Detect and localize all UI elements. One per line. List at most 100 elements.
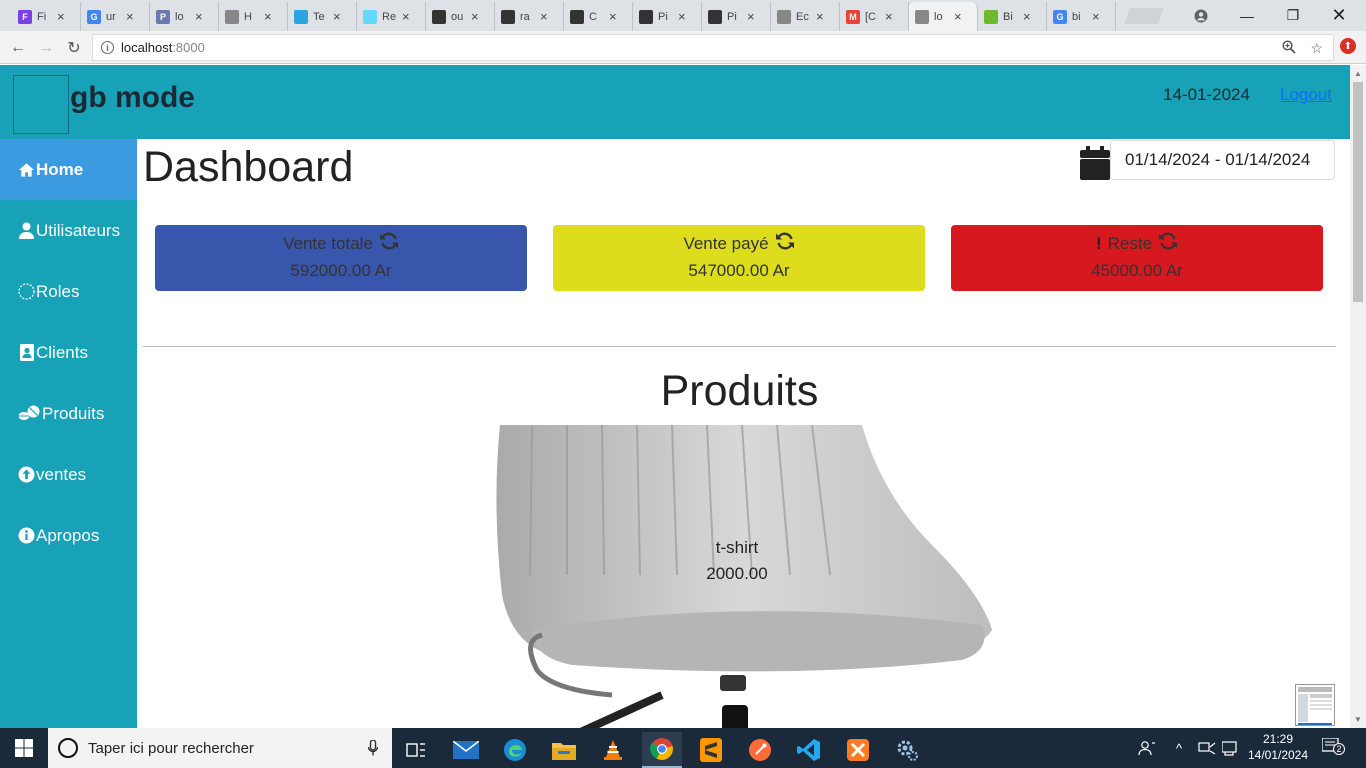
tab-close-icon[interactable]: × <box>195 9 203 24</box>
site-info-icon[interactable]: i <box>101 41 114 54</box>
edge-browser-icon[interactable] <box>495 732 535 768</box>
browser-tab[interactable]: Gbi × <box>1047 2 1116 31</box>
sidebar-item-produits[interactable]: Produits <box>0 383 137 444</box>
tab-close-icon[interactable]: × <box>333 9 341 24</box>
browser-tab[interactable]: C × <box>564 2 633 31</box>
sidebar-item-utilisateurs[interactable]: Utilisateurs <box>0 200 137 261</box>
tab-close-icon[interactable]: × <box>747 9 755 24</box>
calendar-icon[interactable] <box>1080 146 1110 180</box>
microphone-icon[interactable] <box>367 739 379 759</box>
postman-icon[interactable] <box>740 732 780 768</box>
browser-tab[interactable]: Bi × <box>978 2 1047 31</box>
sidebar-item-home[interactable]: Home <box>0 139 137 200</box>
sidebar-item-clients[interactable]: Clients <box>0 322 137 383</box>
refresh-icon[interactable] <box>775 232 795 255</box>
tab-close-icon[interactable]: × <box>816 9 824 24</box>
logout-link[interactable]: Logout <box>1280 85 1332 105</box>
vlc-icon[interactable] <box>593 732 633 768</box>
forward-icon[interactable]: → <box>35 37 57 59</box>
tab-close-icon[interactable]: × <box>1023 9 1031 24</box>
browser-tab[interactable]: Re × <box>357 2 426 31</box>
tab-close-icon[interactable]: × <box>609 9 617 24</box>
notification-center-icon[interactable]: 2 <box>1321 737 1345 756</box>
browser-tab[interactable]: ou × <box>426 2 495 31</box>
taskbar-clock[interactable]: 21:29 14/01/2024 <box>1243 731 1313 763</box>
network-icon[interactable] <box>1198 728 1216 768</box>
taskbar-search-box[interactable]: Taper ici pour rechercher <box>48 728 392 768</box>
tab-title: Fi <box>37 10 47 23</box>
volume-icon[interactable] <box>1222 728 1240 768</box>
chrome-icon[interactable] <box>642 732 682 768</box>
browser-tab[interactable]: M [C × <box>840 2 909 31</box>
browser-tab[interactable]: Pi × <box>702 2 771 31</box>
bookmark-star-icon[interactable]: ☆ <box>1310 40 1323 57</box>
sidebar-item-label: Utilisateurs <box>36 220 121 240</box>
browser-tab[interactable]: ra × <box>495 2 564 31</box>
browser-tab[interactable]: Gur × <box>81 2 150 31</box>
browser-tab[interactable]: H × <box>219 2 288 31</box>
address-bar[interactable]: i localhost:8000 ☆ <box>92 34 1334 61</box>
sidebar-item-apropos[interactable]: Apropos <box>0 505 137 566</box>
new-tab-button[interactable] <box>1124 8 1164 24</box>
sidebar-item-roles[interactable]: Roles <box>0 261 137 322</box>
home-icon <box>18 161 35 178</box>
vscode-icon[interactable] <box>789 732 829 768</box>
products-heading: Produits <box>660 367 819 415</box>
sidebar-item-label: Produits <box>42 403 105 423</box>
refresh-icon[interactable] <box>1158 232 1178 255</box>
tray-chevron-icon[interactable]: ^ <box>1176 728 1182 768</box>
browser-tab[interactable]: lo × <box>909 2 978 31</box>
tab-close-icon[interactable]: × <box>885 9 893 24</box>
tab-favicon-icon <box>984 9 998 24</box>
windows-start-icon[interactable] <box>0 728 48 768</box>
scroll-down-icon[interactable]: ▼ <box>1354 715 1362 724</box>
product-card[interactable]: t-shirt 2000.00 <box>492 425 1032 728</box>
close-window-icon[interactable]: ✕ <box>1316 0 1362 31</box>
tab-close-icon[interactable]: × <box>402 9 410 24</box>
info-icon <box>18 527 35 544</box>
cortana-icon[interactable] <box>58 738 78 758</box>
refresh-icon[interactable] <box>379 232 399 255</box>
sidebar-item-ventes[interactable]: ventes <box>0 444 137 505</box>
tab-close-icon[interactable]: × <box>57 9 65 24</box>
mail-app-icon[interactable] <box>446 732 486 768</box>
sublime-text-icon[interactable] <box>691 732 731 768</box>
restore-icon[interactable]: ❐ <box>1270 0 1316 31</box>
settings-gear-icon[interactable] <box>887 732 927 768</box>
stat-label: Vente payé <box>683 233 769 253</box>
tab-title: Te <box>313 10 325 23</box>
tab-favicon-icon: F <box>18 9 32 24</box>
tab-close-icon[interactable]: × <box>540 9 548 24</box>
people-icon[interactable] <box>1138 728 1156 768</box>
reload-icon[interactable]: ↻ <box>63 37 85 59</box>
extension-icon[interactable]: ⬆ <box>1340 38 1356 54</box>
tab-title: ou <box>451 10 464 23</box>
tab-close-icon[interactable]: × <box>954 9 962 24</box>
browser-tab[interactable]: Plo × <box>150 2 219 31</box>
xampp-icon[interactable] <box>838 732 878 768</box>
browser-tab[interactable]: F Fi × <box>12 2 81 31</box>
profile-icon[interactable] <box>1178 0 1224 31</box>
scroll-up-icon[interactable]: ▲ <box>1354 69 1362 78</box>
task-view-icon[interactable] <box>396 732 436 768</box>
tab-close-icon[interactable]: × <box>471 9 479 24</box>
file-explorer-icon[interactable] <box>544 732 584 768</box>
thumbnail-preview[interactable] <box>1295 684 1335 726</box>
sidebar-item-label: Apropos <box>36 525 100 545</box>
minimize-icon[interactable]: — <box>1224 0 1270 31</box>
zoom-icon[interactable] <box>1282 40 1297 57</box>
browser-tab[interactable]: Pi × <box>633 2 702 31</box>
date-range-input[interactable]: 01/14/2024 - 01/14/2024 <box>1110 140 1335 180</box>
tab-close-icon[interactable]: × <box>126 9 134 24</box>
browser-tab[interactable]: Ec × <box>771 2 840 31</box>
tab-close-icon[interactable]: × <box>264 9 272 24</box>
tab-favicon-icon: M <box>846 9 860 24</box>
browser-tab[interactable]: Te × <box>288 2 357 31</box>
scrollbar-thumb[interactable] <box>1353 82 1363 302</box>
tab-close-icon[interactable]: × <box>678 9 686 24</box>
page-scrollbar[interactable]: ▲ ▼ <box>1350 65 1366 728</box>
stat-value: 592000.00 Ar <box>290 261 392 280</box>
back-icon[interactable]: ← <box>7 37 29 59</box>
tab-close-icon[interactable]: × <box>1092 9 1100 24</box>
stat-value: 45000.00 Ar <box>1091 261 1183 280</box>
